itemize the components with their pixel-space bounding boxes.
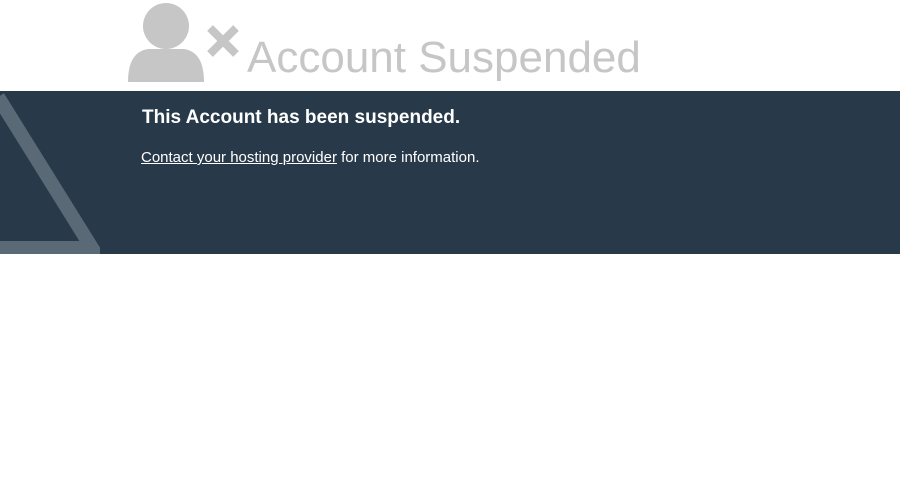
- warning-triangle-icon: [0, 93, 100, 254]
- user-x-icon: [128, 3, 239, 82]
- suspension-message: Contact your hosting provider for more i…: [141, 149, 480, 166]
- contact-hosting-provider-link[interactable]: Contact your hosting provider: [141, 149, 337, 166]
- page-title: Account Suspended: [247, 33, 641, 82]
- suspension-heading: This Account has been suspended.: [142, 107, 461, 128]
- suspension-banner: This Account has been suspended. Contact…: [0, 91, 900, 254]
- page-header: Account Suspended: [0, 0, 900, 91]
- suspension-message-suffix: for more information.: [336, 149, 480, 166]
